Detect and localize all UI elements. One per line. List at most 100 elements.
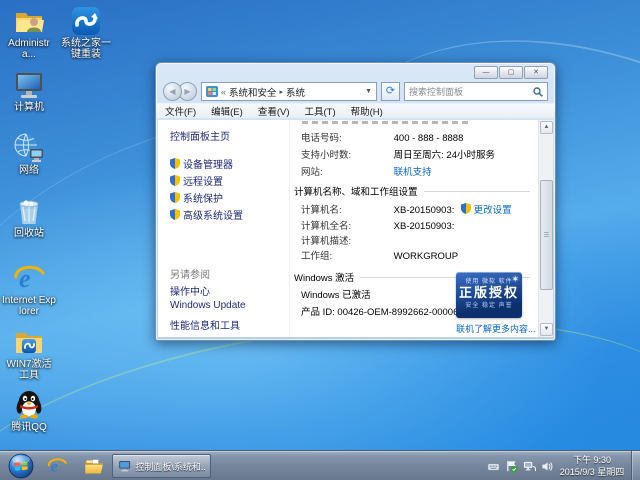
internet-explorer-icon: e — [13, 262, 45, 294]
network-status-icon[interactable] — [523, 460, 536, 473]
fullname-label: 计算机全名: — [301, 218, 391, 232]
computer-name-label: 计算机名: — [301, 202, 391, 216]
product-id-label: 产品 ID: — [301, 307, 335, 318]
sidebar-item-label: 控制面板主页 — [170, 132, 230, 143]
clock-date: 2015/9/3 星期四 — [558, 466, 626, 478]
learn-more-online-link[interactable]: 联机了解更多内容... — [456, 322, 536, 335]
address-bar[interactable]: « 系统和安全 ▸ 系统 ▼ — [201, 82, 377, 101]
menu-file[interactable]: 文件(F) — [165, 104, 196, 118]
show-desktop-button[interactable] — [631, 451, 640, 480]
sidebar-item-remote-settings[interactable]: 远程设置 — [170, 173, 223, 188]
breadcrumb-system-security[interactable]: 系统和安全 — [229, 85, 277, 99]
breadcrumb-system[interactable]: 系统 — [286, 85, 305, 99]
desktop-icon-administrator[interactable]: Administra... — [2, 5, 56, 60]
system-control-panel-window: — ▢ ✕ ◀ ▶ « 系统和安全 ▸ 系统 ▼ ⟳ — [155, 62, 556, 341]
row-computer-description: 计算机描述: — [301, 233, 391, 247]
reinstall-app-icon — [70, 5, 102, 37]
sidebar-item-system-protection[interactable]: 系统保护 — [170, 190, 223, 205]
hours-value: 周日至周六: 24小时服务 — [394, 150, 495, 161]
network-icon — [13, 132, 45, 164]
recycle-bin-icon — [13, 195, 45, 227]
phone-label: 电话号码: — [301, 130, 391, 144]
sidebar-item-action-center[interactable]: 操作中心 — [170, 283, 210, 298]
scrollbar-thumb[interactable] — [540, 180, 553, 290]
address-dropdown-icon[interactable]: ▼ — [365, 88, 372, 95]
uac-shield-icon — [170, 209, 180, 220]
window-body: 控制面板主页 设备管理器 远程设置 — [158, 120, 553, 337]
sidebar-item-label: 操作中心 — [170, 287, 210, 298]
sidebar-item-advanced-system-settings[interactable]: 高级系统设置 — [170, 207, 243, 222]
start-button[interactable] — [8, 453, 34, 479]
row-product-id: 产品 ID: 00426-OEM-8992662-00006 — [301, 304, 458, 318]
desktop-icon-computer[interactable]: 计算机 — [2, 69, 56, 113]
qq-penguin-icon — [13, 389, 45, 421]
row-computer-fullname: 计算机全名: XB-20150903: — [301, 218, 454, 232]
workgroup-value: WORKGROUP — [394, 251, 458, 262]
clipped-scrolled-text — [302, 121, 472, 124]
taskbar-clock[interactable]: 下午 9:30 2015/9/3 星期四 — [558, 454, 626, 478]
vertical-scrollbar[interactable]: ▲ ▼ — [538, 120, 553, 337]
sidebar-item-label: 系统保护 — [183, 194, 223, 205]
titlebar[interactable]: — ▢ ✕ — [156, 63, 555, 80]
taskbar-ie-icon[interactable]: e — [47, 456, 67, 476]
uac-shield-icon — [170, 192, 180, 203]
desktop-icon-label: 系统之家一键重装 — [57, 38, 115, 60]
sidebar-item-control-panel-home[interactable]: 控制面板主页 — [170, 128, 230, 143]
badge-star-icon: ✶ — [511, 274, 519, 285]
row-website: 网站: 联机支持 — [301, 164, 432, 178]
volume-icon[interactable] — [541, 460, 554, 473]
navigation-bar: ◀ ▶ « 系统和安全 ▸ 系统 ▼ ⟳ — [156, 80, 555, 103]
input-indicator-icon[interactable] — [487, 460, 500, 473]
search-box[interactable] — [404, 82, 548, 101]
action-center-flag-icon[interactable] — [505, 460, 518, 473]
menu-help[interactable]: 帮助(H) — [351, 104, 383, 118]
desktop-icon-label: 腾讯QQ — [2, 422, 56, 433]
desktop-icon-label: Internet Explorer — [2, 295, 56, 317]
control-panel-icon — [206, 86, 218, 97]
desktop-icon-win7-activator[interactable]: WIN7激活工具 — [2, 326, 56, 381]
taskbar-explorer-icon[interactable] — [84, 456, 104, 476]
badge-line2: 正版授权 — [456, 285, 522, 300]
sidebar-item-performance-tools[interactable]: 性能信息和工具 — [170, 317, 240, 332]
menu-bar: 文件(F) 编辑(E) 查看(V) 工具(T) 帮助(H) — [156, 103, 555, 119]
scroll-up-button[interactable]: ▲ — [540, 121, 553, 134]
genuine-windows-badge[interactable]: ✶ 使用 微软 软件 正版授权 安全 稳定 声誉 — [456, 272, 522, 318]
desktop: Administra... 系统之家一键重装 计算机 — [0, 0, 640, 480]
sidebar-item-device-manager[interactable]: 设备管理器 — [170, 156, 233, 171]
task-system-icon — [118, 459, 131, 473]
desktop-icon-network[interactable]: 网络 — [2, 132, 56, 176]
desktop-icon-recycle-bin[interactable]: 回收站 — [2, 195, 56, 239]
hours-label: 支持小时数: — [301, 147, 391, 161]
clock-time: 下午 9:30 — [558, 454, 626, 466]
maximize-button[interactable]: ▢ — [499, 66, 523, 79]
refresh-button[interactable]: ⟳ — [381, 82, 400, 101]
desktop-icon-internet-explorer[interactable]: e Internet Explorer — [2, 262, 56, 317]
section-computer-name: 计算机名称、域和工作组设置 — [294, 184, 530, 198]
computer-name-value: XB-20150903: — [394, 205, 455, 216]
online-support-link[interactable]: 联机支持 — [394, 167, 432, 178]
minimize-button[interactable]: — — [474, 66, 498, 79]
sidebar-item-windows-update[interactable]: Windows Update — [170, 300, 246, 311]
uac-shield-icon — [170, 175, 180, 186]
activation-status: Windows 已激活 — [301, 290, 371, 301]
desktop-icon-tencent-qq[interactable]: 腾讯QQ — [2, 389, 56, 433]
back-button[interactable]: ◀ — [163, 82, 182, 101]
change-settings-link[interactable]: 更改设置 — [474, 205, 512, 216]
search-icon[interactable] — [533, 87, 543, 97]
caption-buttons: — ▢ ✕ — [473, 66, 548, 79]
breadcrumb-overflow-chevron[interactable]: « — [221, 87, 226, 97]
computer-icon — [13, 69, 45, 101]
website-label: 网站: — [301, 164, 391, 178]
description-label: 计算机描述: — [301, 233, 391, 247]
scroll-down-button[interactable]: ▼ — [540, 323, 553, 336]
search-input[interactable] — [409, 87, 533, 97]
close-button[interactable]: ✕ — [524, 66, 548, 79]
taskbar-task-control-panel[interactable]: 控制面板\系统和... — [112, 454, 211, 478]
menu-edit[interactable]: 编辑(E) — [211, 104, 243, 118]
menu-view[interactable]: 查看(V) — [258, 104, 290, 118]
desktop-icon-label: WIN7激活工具 — [2, 359, 56, 381]
menu-tools[interactable]: 工具(T) — [304, 104, 335, 118]
desktop-icon-system-reinstall[interactable]: 系统之家一键重装 — [57, 5, 115, 60]
desktop-icon-label: Administra... — [2, 38, 56, 60]
main-content: 电话号码: 400 - 888 - 8888 支持小时数: 周日至周六: 24小… — [292, 120, 544, 337]
